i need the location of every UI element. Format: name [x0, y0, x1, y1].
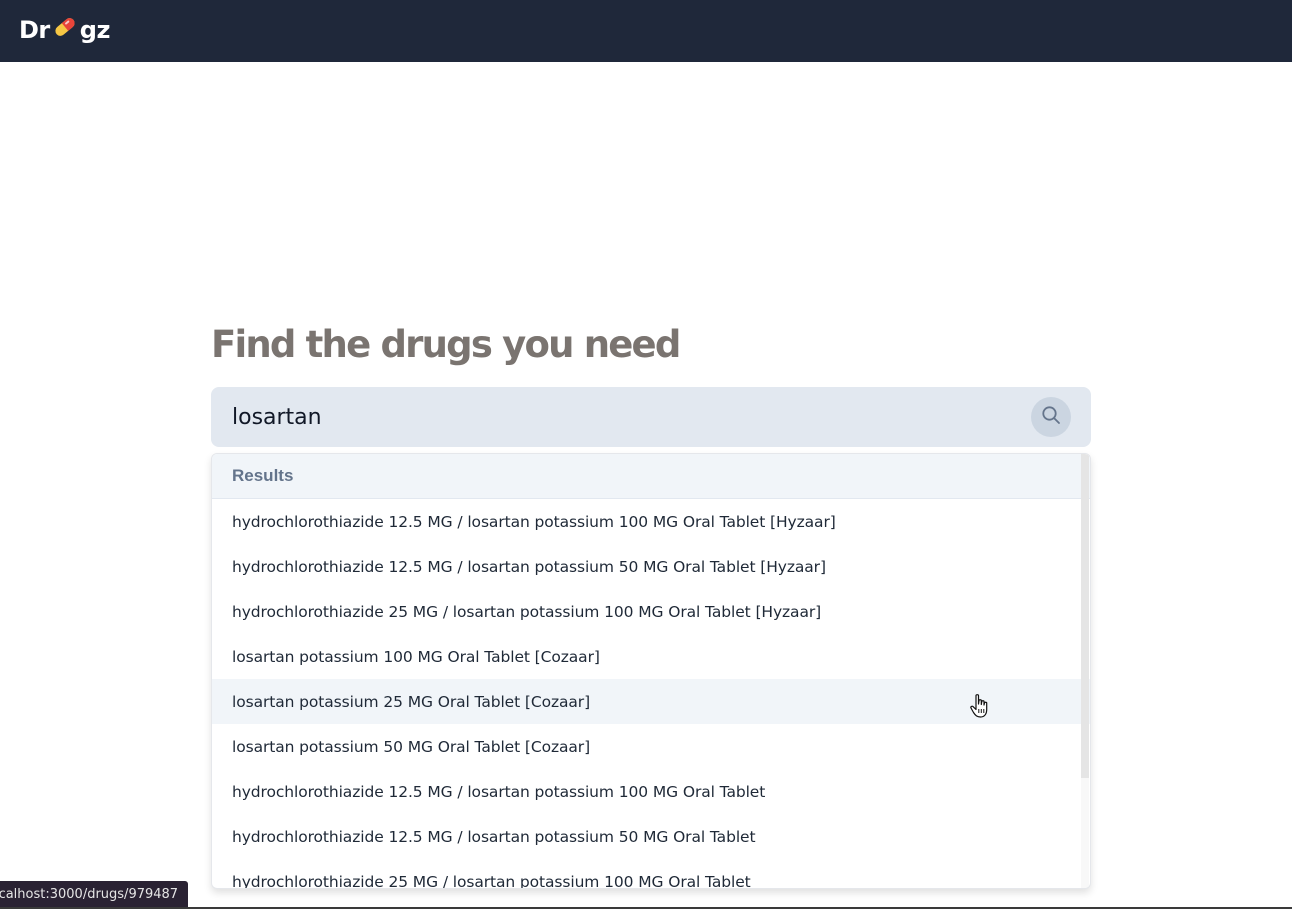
logo-text-prefix: Dr	[19, 16, 50, 44]
result-item[interactable]: hydrochlorothiazide 12.5 MG / losartan p…	[212, 499, 1090, 544]
result-item[interactable]: hydrochlorothiazide 12.5 MG / losartan p…	[212, 544, 1090, 589]
logo-text-suffix: gz	[79, 16, 111, 44]
pill-icon	[52, 14, 78, 46]
search-box	[211, 387, 1091, 447]
result-item[interactable]: hydrochlorothiazide 25 MG / losartan pot…	[212, 589, 1090, 634]
result-item[interactable]: losartan potassium 50 MG Oral Tablet [Co…	[212, 724, 1090, 769]
search-input[interactable]	[211, 387, 1021, 447]
page-headline: Find the drugs you need	[211, 323, 681, 366]
search-button[interactable]	[1031, 397, 1071, 437]
results-scrollbar[interactable]	[1081, 454, 1089, 888]
hand-cursor-icon	[969, 693, 991, 719]
search-icon	[1041, 405, 1061, 430]
result-item[interactable]: losartan potassium 100 MG Oral Tablet [C…	[212, 634, 1090, 679]
top-navbar: Dr gz	[0, 0, 1292, 62]
result-item[interactable]: hydrochlorothiazide 12.5 MG / losartan p…	[212, 814, 1090, 859]
scrollbar-thumb[interactable]	[1081, 454, 1089, 778]
result-item[interactable]: hydrochlorothiazide 12.5 MG / losartan p…	[212, 769, 1090, 814]
results-dropdown: Results hydrochlorothiazide 12.5 MG / lo…	[211, 453, 1091, 889]
result-item[interactable]: hydrochlorothiazide 25 MG / losartan pot…	[212, 859, 1090, 889]
link-status-bar: localhost:3000/drugs/979487	[0, 881, 189, 908]
app-logo[interactable]: Dr gz	[19, 14, 110, 46]
result-item-hovered[interactable]: losartan potassium 25 MG Oral Tablet [Co…	[212, 679, 1090, 724]
results-header: Results	[212, 454, 1090, 499]
results-list: hydrochlorothiazide 12.5 MG / losartan p…	[212, 499, 1090, 889]
status-url-text: localhost:3000/drugs/979487	[0, 887, 179, 902]
